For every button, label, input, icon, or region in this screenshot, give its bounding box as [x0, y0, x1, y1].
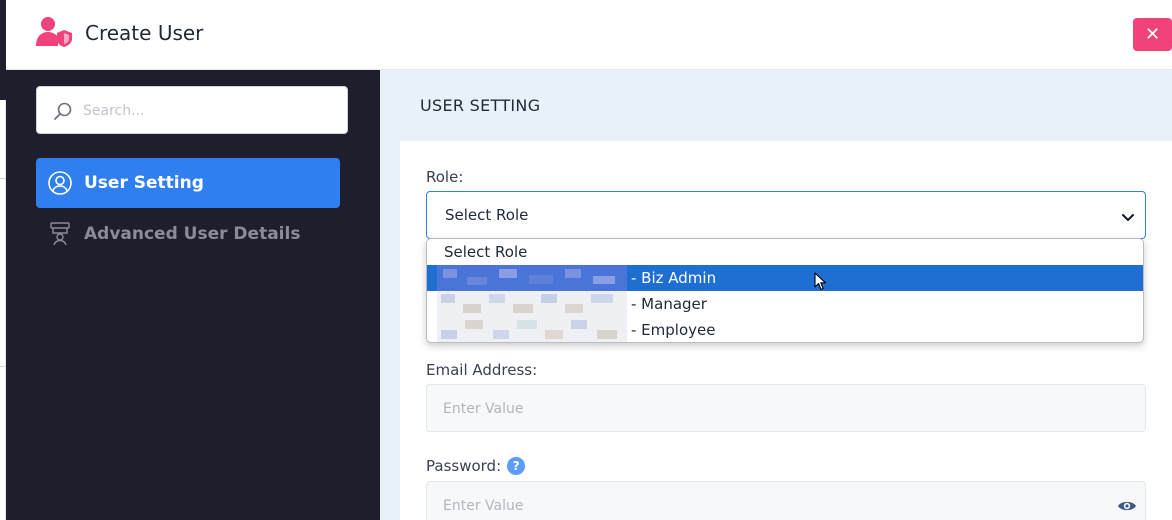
- user-badge-icon: [48, 222, 72, 246]
- role-label: Role:: [426, 168, 464, 186]
- email-field[interactable]: [426, 384, 1146, 432]
- sidebar-item-label: Advanced User Details: [84, 224, 301, 244]
- password-label-text: Password:: [426, 457, 502, 475]
- help-icon[interactable]: ?: [507, 457, 526, 475]
- modal-header: Create User ✕: [6, 0, 1172, 70]
- search-box[interactable]: [36, 86, 348, 134]
- role-option-label: - Manager: [631, 295, 707, 313]
- role-option[interactable]: - Biz Admin: [427, 265, 1143, 291]
- password-field[interactable]: [426, 481, 1146, 520]
- password-label: Password:?: [426, 457, 526, 475]
- redacted-text: [437, 265, 627, 291]
- role-dropdown: Select Role - Biz Admin - Manager - Empl…: [426, 238, 1144, 343]
- role-option[interactable]: Select Role: [427, 239, 1143, 265]
- redacted-text: [437, 291, 627, 317]
- user-circle-icon: [48, 171, 72, 195]
- search-icon: [53, 101, 73, 121]
- sidebar: User Setting Advanced User Details: [6, 70, 380, 520]
- sidebar-item-label: User Setting: [84, 173, 204, 193]
- role-option-label: Select Role: [444, 243, 528, 261]
- redacted-text: [437, 317, 627, 342]
- role-select-value: Select Role: [445, 206, 529, 224]
- role-select[interactable]: Select Role: [426, 191, 1146, 239]
- main-content: USER SETTING Role: Select Role Email Add…: [380, 70, 1172, 520]
- sidebar-item-advanced-user-details[interactable]: Advanced User Details: [36, 209, 340, 259]
- role-option-label: - Employee: [631, 321, 716, 339]
- email-input[interactable]: [443, 397, 1103, 421]
- section-title: USER SETTING: [420, 96, 541, 115]
- role-option[interactable]: - Manager: [427, 291, 1143, 317]
- mouse-cursor-icon: [814, 272, 828, 292]
- form-card: Role: Select Role Email Address: Passwor…: [400, 141, 1172, 520]
- eye-icon[interactable]: [1117, 497, 1137, 515]
- password-input[interactable]: [443, 494, 1103, 518]
- chevron-down-icon: [1121, 209, 1135, 223]
- create-user-modal: Create User ✕ User Setting: [6, 0, 1172, 520]
- user-shield-icon: [36, 16, 74, 48]
- role-option-label: - Biz Admin: [631, 269, 717, 287]
- close-button[interactable]: ✕: [1133, 18, 1172, 51]
- search-input[interactable]: [83, 99, 333, 123]
- role-option[interactable]: - Employee: [427, 317, 1143, 342]
- modal-title: Create User: [85, 21, 204, 45]
- email-label: Email Address:: [426, 361, 538, 379]
- sidebar-item-user-setting[interactable]: User Setting: [36, 158, 340, 208]
